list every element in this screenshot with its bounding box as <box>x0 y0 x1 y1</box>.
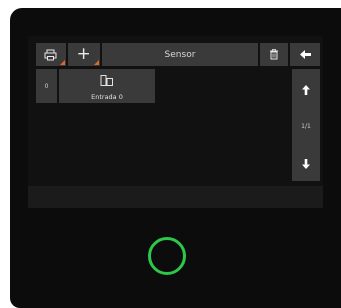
back-button[interactable] <box>290 43 320 66</box>
delete-button[interactable] <box>260 43 289 66</box>
page-title: Sensor <box>101 43 259 66</box>
arrow-left-icon <box>299 50 311 59</box>
home-button[interactable] <box>148 237 186 275</box>
page-navigator: 1/1 <box>292 69 320 181</box>
arrow-up-icon <box>302 80 310 99</box>
print-button[interactable] <box>36 43 66 66</box>
input-index: 0 <box>36 69 57 103</box>
toolbar: + Sensor <box>36 43 320 66</box>
status-bar <box>28 186 323 208</box>
printer-icon <box>44 49 57 61</box>
arrow-down-icon <box>302 154 310 173</box>
touch-screen: + Sensor 0 Entrada 0 1/1 <box>28 36 323 208</box>
page-down-button[interactable] <box>294 155 318 171</box>
page-up-button[interactable] <box>294 81 318 97</box>
page-indicator: 1/1 <box>301 122 311 130</box>
corner-marker <box>59 60 65 65</box>
input-row: 0 Entrada 0 <box>36 69 155 103</box>
trash-icon <box>269 49 279 60</box>
input-cell-entrada-0[interactable]: Entrada 0 <box>59 69 155 103</box>
input-label: Entrada 0 <box>91 93 123 101</box>
plus-icon: + <box>76 44 91 64</box>
corner-marker <box>93 60 99 65</box>
door-sensor-icon <box>100 71 114 90</box>
add-button[interactable]: + <box>67 43 100 66</box>
